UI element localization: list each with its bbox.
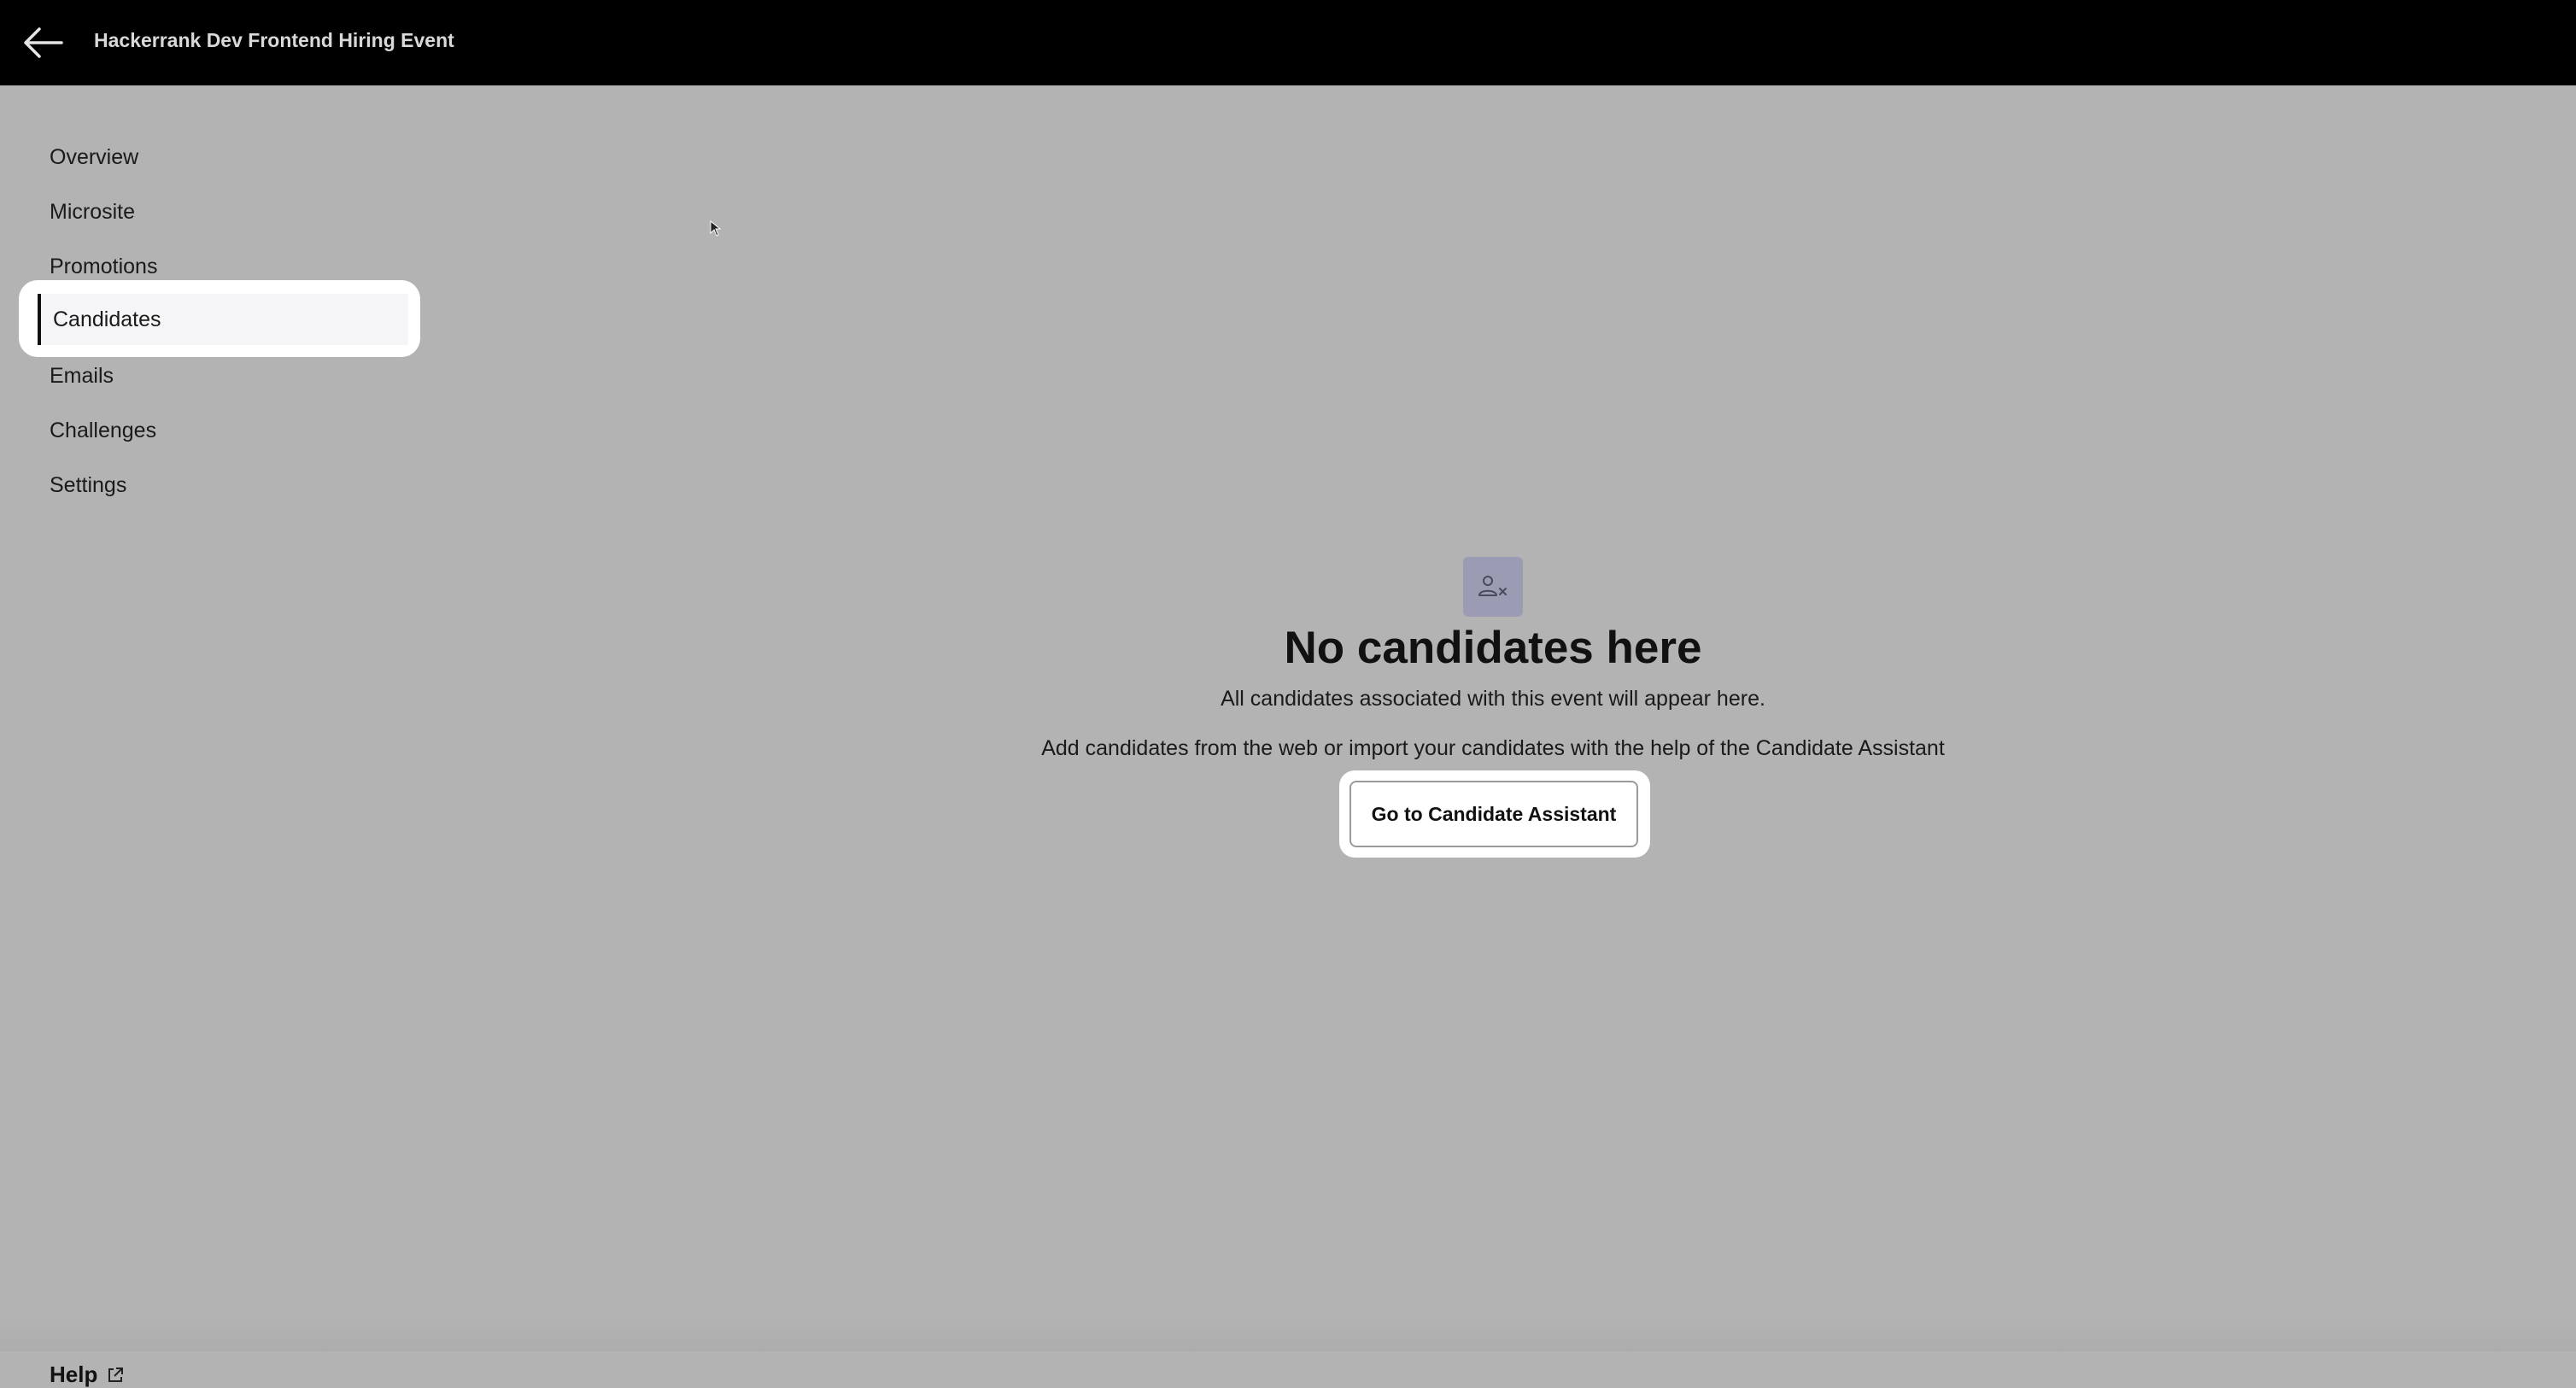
event-title: Hackerrank Dev Frontend Hiring Event	[94, 29, 454, 51]
sidebar-item-microsite[interactable]: Microsite	[50, 200, 135, 225]
help-label: Help	[50, 1362, 98, 1387]
user-x-icon	[1478, 576, 1507, 596]
sidebar-item-promotions[interactable]: Promotions	[50, 255, 157, 279]
empty-state-subtitle: All candidates associated with this even…	[1221, 687, 1765, 711]
empty-state-icon-box	[1463, 557, 1523, 617]
empty-state-title: No candidates here	[1284, 623, 1702, 673]
empty-state-description: Add candidates from the web or import yo…	[1041, 736, 1945, 760]
external-link-icon	[108, 1367, 124, 1382]
sidebar-nav: Overview Microsite Promotions Candidates…	[0, 85, 444, 1387]
top-bar: Hackerrank Dev Frontend Hiring Event	[0, 0, 2576, 85]
back-button[interactable]	[20, 22, 65, 63]
mouse-cursor-icon	[710, 220, 722, 242]
go-to-candidate-assistant-button[interactable]: Go to Candidate Assistant	[1349, 781, 1638, 847]
sidebar-item-settings[interactable]: Settings	[50, 473, 126, 498]
help-link[interactable]: Help	[50, 1362, 125, 1388]
arrow-left-icon	[24, 27, 63, 58]
sidebar-item-overview[interactable]: Overview	[50, 145, 138, 170]
sidebar-item-challenges[interactable]: Challenges	[50, 419, 156, 443]
sidebar-item-candidates[interactable]: Candidates	[38, 294, 408, 345]
bottom-shadow	[0, 1315, 2576, 1351]
sidebar-item-emails[interactable]: Emails	[50, 364, 114, 389]
